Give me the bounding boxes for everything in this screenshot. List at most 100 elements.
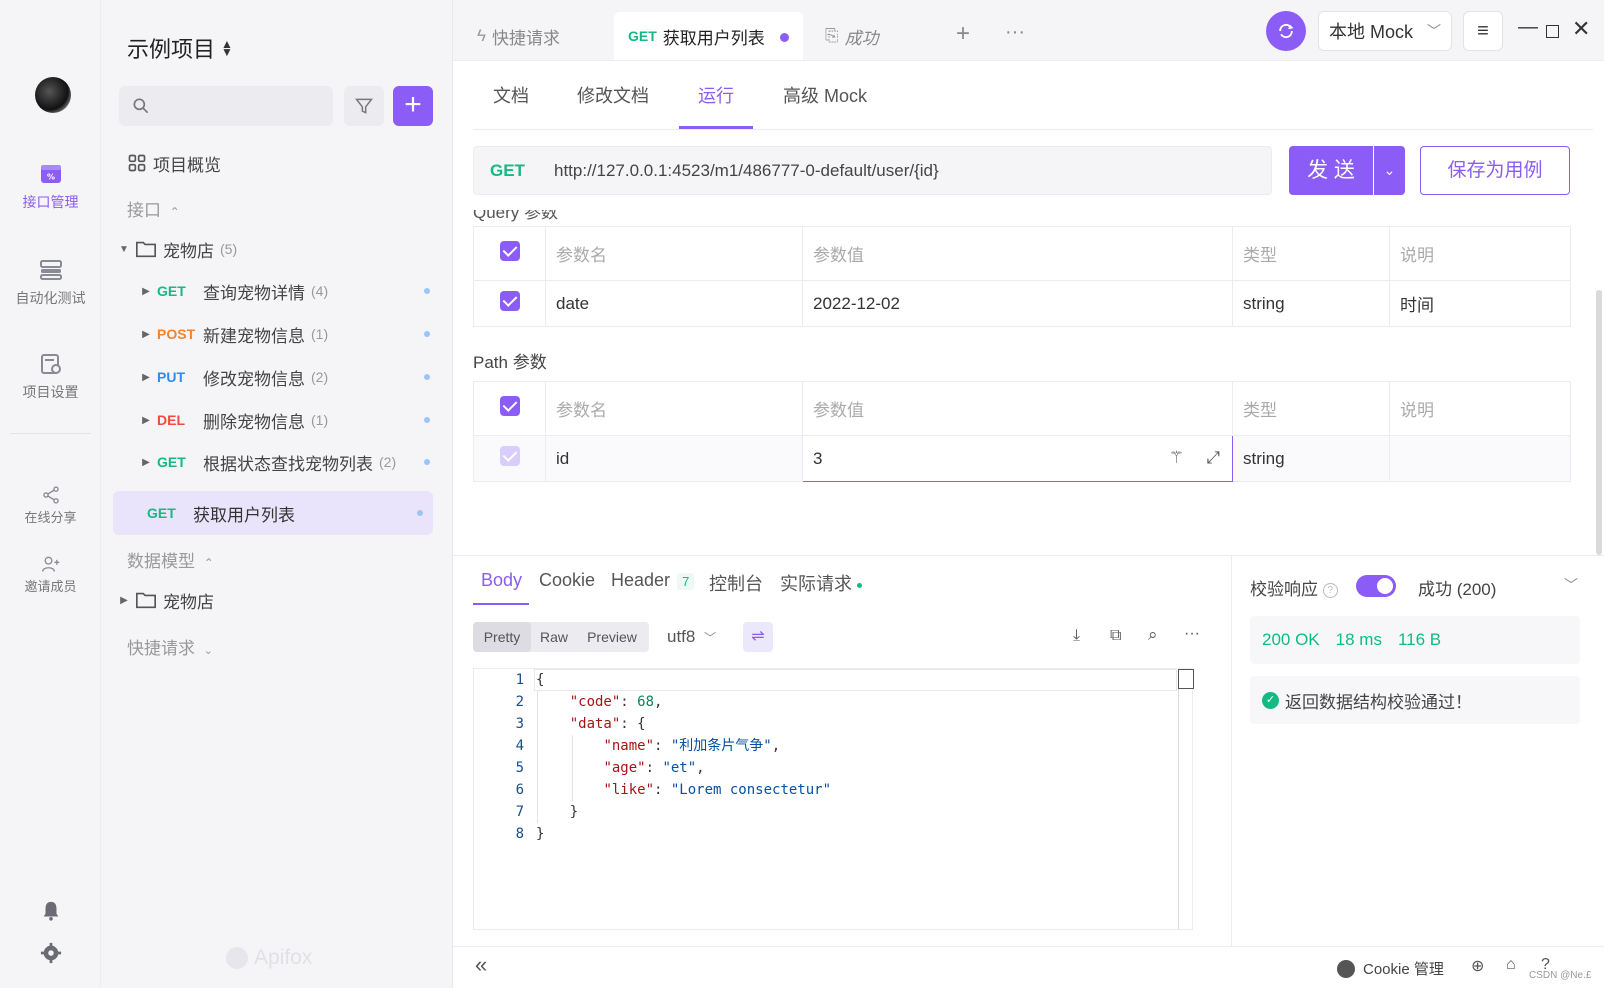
menu-button[interactable]: ≡ [1463,11,1503,51]
cookie-manager-button[interactable]: Cookie 管理 [1337,958,1444,979]
param-name-cell[interactable]: date [545,280,803,327]
param-value-input[interactable]: 3 [813,449,822,468]
more-tabs-button[interactable]: ··· [1005,21,1025,44]
response-tab-body[interactable]: Body [481,570,522,591]
param-desc-cell[interactable]: 时间 [1389,280,1571,327]
minimize-button[interactable]: — [1518,16,1538,39]
path-params-title: Path 参数 [473,348,547,373]
param-value-editing-cell[interactable]: 3 ⚚ ⤢ [802,435,1233,482]
response-tab-actual-request[interactable]: 实际请求 [780,570,863,596]
select-all-checkbox[interactable] [499,241,520,261]
new-tab-button[interactable]: + [956,20,970,48]
close-window-button[interactable]: ✕ [1572,16,1590,42]
endpoint-item[interactable]: ▶ GET 根据状态查找宠物列表 (2) [135,443,440,481]
response-tab-header[interactable]: Header 7 [611,570,695,591]
rail-api-management[interactable]: % 接口管理 [0,162,101,212]
param-type-cell[interactable]: string [1232,435,1390,482]
more-options-button[interactable]: ··· [1184,625,1200,643]
endpoint-item[interactable]: ▶ PUT 修改宠物信息 (2) [135,358,440,396]
environment-select[interactable]: 本地 Mock ﹀ [1318,11,1452,51]
request-method[interactable]: GET [474,161,554,181]
view-mode-preview[interactable]: Preview [577,622,647,652]
rail-invite[interactable]: 邀请成员 [0,554,101,595]
endpoint-item[interactable]: ▶ POST 新建宠物信息 (1) [135,315,440,353]
section-models[interactable]: 数据模型 ⌃ [127,547,214,572]
table-header-row: 参数名 参数值 类型 说明 [473,226,1571,281]
project-overview[interactable]: 项目概览 [127,144,440,182]
folder-petstore[interactable]: ▼ 宠物店 (5) [113,230,440,268]
header-cell: 参数值 [802,226,1233,281]
gutter: 1 2 3 4 5 6 7 8 [474,669,530,929]
maximize-button[interactable] [1546,25,1559,38]
code-content: { "code": 68, "data": { "name": "利加条片气争"… [534,669,1177,929]
tab-get-users[interactable]: GET 获取用户列表 [614,12,803,60]
shirt-button[interactable]: ⌂ [1506,956,1516,974]
param-value-cell[interactable]: 2022-12-02 [802,280,1233,327]
section-api[interactable]: 接口 ⌃ [127,196,180,221]
tab-success[interactable]: ⎘ 成功 [825,12,879,60]
view-mode-raw[interactable]: Raw [531,622,577,652]
collapse-sidebar-button[interactable]: « [475,952,487,978]
bell-icon[interactable] [40,900,62,922]
select-all-checkbox[interactable] [499,396,520,416]
filter-button[interactable] [344,86,384,126]
subtab-docs[interactable]: 文档 [493,82,529,108]
send-button[interactable]: 发 送 [1289,146,1373,195]
endpoint-item[interactable]: ▶ DEL 删除宠物信息 (1) [135,401,440,439]
checkbox-cell[interactable] [473,280,546,327]
search-input[interactable] [119,86,333,126]
theme-icon: ⌂ [1506,956,1516,973]
encoding-select[interactable]: utf8 ﹀ [667,627,716,647]
caret-right-icon: ▶ [142,456,150,468]
word-wrap-button[interactable]: ⇌ [743,622,773,652]
subtab-advanced-mock[interactable]: 高级 Mock [783,82,867,108]
endpoint-name: 查询宠物详情 [203,283,305,303]
table-row: id 3 ⚚ ⤢ string [473,435,1571,482]
gear-icon[interactable] [40,942,62,964]
line-number: 1 [515,672,524,688]
params-scrollbar[interactable] [1596,290,1602,555]
endpoint-item[interactable]: ▶ GET 查询宠物详情 (4) [135,272,440,310]
minimap-box[interactable] [1178,669,1194,689]
header-cell: 说明 [1389,226,1571,281]
param-type-cell[interactable]: string [1232,280,1390,327]
magic-wand-icon[interactable]: ⚚ [1169,448,1184,468]
subtab-run[interactable]: 运行 [698,82,734,108]
row-checkbox[interactable] [499,291,520,311]
search-button[interactable]: ⌕ [1148,625,1158,645]
param-name-cell[interactable]: id [545,435,803,482]
expand-icon[interactable]: ⤢ [1206,448,1220,468]
send-options-button[interactable]: ⌄ [1374,146,1405,195]
code-scrollbar-track[interactable] [1178,669,1179,929]
response-tab-cookie[interactable]: Cookie [539,570,595,591]
rail-share[interactable]: 在线分享 [0,485,101,526]
rail-project-settings[interactable]: 项目设置 [0,352,101,402]
url-bar[interactable]: GET http://127.0.0.1:4523/m1/486777-0-de… [473,146,1272,195]
param-desc-cell[interactable] [1389,435,1571,482]
subtab-edit-docs[interactable]: 修改文档 [577,82,649,108]
select-all-cell[interactable] [473,226,546,281]
view-mode-pretty[interactable]: Pretty [473,622,531,652]
rail-automation[interactable]: 自动化测试 [0,258,101,308]
response-tab-console[interactable]: 控制台 [709,570,763,596]
response-body-viewer[interactable]: 1 2 3 4 5 6 7 8 { "code": 68, "data": { … [473,668,1194,930]
upload-button[interactable]: ⊕ [1471,956,1484,976]
section-quick[interactable]: 快捷请求 ⌄ [127,634,213,659]
help-icon[interactable]: ? [1322,583,1338,599]
project-switcher[interactable]: 示例项目 ▲ ▼ [127,32,233,64]
copy-button[interactable]: ⧉ [1110,627,1121,645]
user-avatar[interactable] [35,77,71,113]
download-button[interactable]: ⤓ [1073,627,1080,645]
select-all-cell[interactable] [473,381,546,436]
add-user-icon [41,556,59,572]
tab-quick-request[interactable]: ϟ 快捷请求 [477,12,560,60]
folder-icon [136,592,156,609]
request-url[interactable]: http://127.0.0.1:4523/m1/486777-0-defaul… [554,161,939,181]
validate-toggle[interactable] [1356,575,1396,597]
sync-button[interactable] [1266,11,1306,51]
response-status-select[interactable]: 成功 (200) ﹀ [1418,575,1588,600]
endpoint-item-selected[interactable]: GET 获取用户列表 [113,491,433,535]
save-as-case-button[interactable]: 保存为用例 [1420,146,1570,195]
model-folder[interactable]: ▶ 宠物店 [113,581,440,619]
add-button[interactable]: + [393,86,433,126]
